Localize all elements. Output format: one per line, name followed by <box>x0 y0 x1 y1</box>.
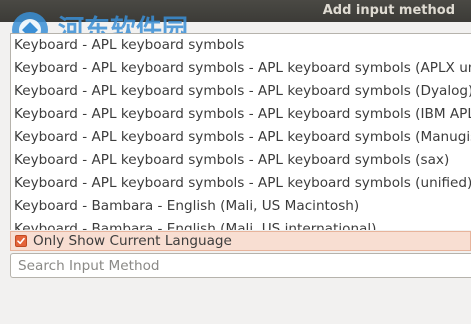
list-item[interactable]: Keyboard - APL keyboard symbols - APL ke… <box>14 57 471 80</box>
list-item[interactable]: Keyboard - APL keyboard symbols - APL ke… <box>14 126 471 149</box>
window-title: Add input method <box>322 3 455 18</box>
list-item[interactable]: Keyboard - APL keyboard symbols - APL ke… <box>14 172 471 195</box>
only-current-language-row[interactable]: Only Show Current Language <box>10 231 471 251</box>
only-current-language-label: Only Show Current Language <box>33 233 232 249</box>
list-item[interactable]: Keyboard - APL keyboard symbols - APL ke… <box>14 149 449 172</box>
list-item[interactable]: Keyboard - APL keyboard symbols <box>14 34 244 57</box>
title-bar: Add input method <box>0 0 471 22</box>
list-item[interactable]: Keyboard - Bambara - English (Mali, US i… <box>14 218 376 230</box>
list-item[interactable]: Keyboard - APL keyboard symbols - APL ke… <box>14 103 471 126</box>
list-item[interactable]: Keyboard - Bambara - English (Mali, US M… <box>14 195 359 218</box>
input-method-list[interactable]: Keyboard - APL keyboard symbols Keyboard… <box>10 33 471 230</box>
list-item[interactable]: Keyboard - APL keyboard symbols - APL ke… <box>14 80 471 103</box>
checkmark-icon <box>17 237 25 245</box>
only-current-language-checkbox[interactable] <box>15 235 27 247</box>
search-input[interactable] <box>10 253 471 278</box>
